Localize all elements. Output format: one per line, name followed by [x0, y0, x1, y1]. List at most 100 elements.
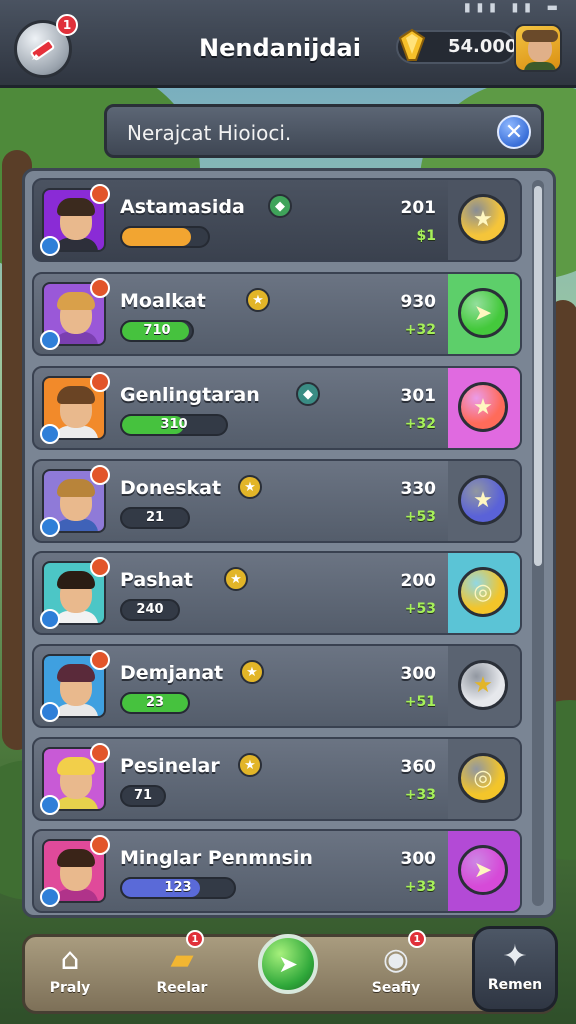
leaderboard-row[interactable]: Astamasida ◆ 201 $1 ★ [32, 178, 522, 262]
row-action-button[interactable]: ➤ [458, 845, 508, 895]
row-action-button[interactable]: ★ [458, 194, 508, 244]
progress-bar-label: 710 [143, 323, 171, 338]
player-name: Pesinelar [120, 755, 220, 777]
rank-icon: ◆ [268, 194, 292, 218]
score-delta: $1 [416, 228, 436, 244]
search-bar[interactable]: Nerajcat Hioioci. ✕ [104, 104, 544, 158]
progress-bar-label: 310 [160, 417, 188, 432]
score-delta: +53 [404, 601, 436, 617]
player-name: Demjanat [120, 662, 224, 684]
avatar-corner-badge [90, 372, 110, 392]
player-name: Pashat [120, 569, 193, 591]
avatar-corner-badge [90, 650, 110, 670]
reward-card-icon: ▰ [170, 942, 194, 977]
progress-bar: 710 [120, 320, 194, 342]
row-action-button[interactable]: ★ [458, 475, 508, 525]
score-delta: +51 [404, 694, 436, 710]
rank-icon: ★ [238, 475, 262, 499]
row-action-button[interactable]: ◎ [458, 753, 508, 803]
player-name: Astamasida [120, 196, 245, 218]
rank-icon: ★ [240, 660, 264, 684]
nav-rewards-label: Reelar [156, 980, 208, 996]
close-icon[interactable]: ✕ [497, 115, 531, 149]
home-icon: ⌂ [60, 942, 80, 977]
score-delta: +32 [404, 322, 436, 338]
score-delta: +53 [404, 509, 436, 525]
avatar-corner-badge [40, 424, 60, 444]
rewards-badge: 1 [186, 930, 204, 948]
gem-icon [398, 28, 426, 61]
scrollbar-thumb[interactable] [534, 186, 542, 566]
leaderboard-row[interactable]: Pashat ★ 240 200 +53 ◎ [32, 551, 522, 635]
nav-remen-label: Remen [487, 977, 543, 993]
rank-icon: ★ [246, 288, 270, 312]
player-score: 200 [400, 571, 437, 591]
leaderboard-row[interactable]: Doneskat ★ 21 330 +53 ★ [32, 459, 522, 543]
progress-bar: 310 [120, 414, 228, 436]
status-bar-icons: ▮▮▮ ▮▮ ▬ [464, 0, 564, 14]
score-delta: +32 [404, 416, 436, 432]
row-action-button[interactable]: ★ [458, 660, 508, 710]
player-score: 930 [400, 292, 437, 312]
leaderboard-row[interactable]: Demjanat ★ 23 300 +51 ★ [32, 644, 522, 728]
leaderboard-row[interactable]: Genlingtaran ◆ 310 301 +32 ★ [32, 366, 522, 450]
progress-bar: 21 [120, 507, 190, 529]
leaderboard-row[interactable]: Moalkat ★ 710 930 +32 ➤ [32, 272, 522, 356]
avatar-corner-badge [40, 236, 60, 256]
nav-remen[interactable]: ✦ Remen [472, 926, 558, 1012]
avatar-corner-badge [40, 887, 60, 907]
row-action-button[interactable]: ➤ [458, 288, 508, 338]
player-score: 201 [400, 198, 437, 218]
row-action-button[interactable]: ★ [458, 382, 508, 432]
rank-icon: ◆ [296, 382, 320, 406]
center-play-button[interactable]: ➤ [258, 934, 318, 994]
avatar-corner-badge [90, 835, 110, 855]
avatar-corner-badge [40, 330, 60, 350]
row-action-button[interactable]: ◎ [458, 567, 508, 617]
player-score: 300 [400, 849, 437, 869]
progress-bar: 240 [120, 599, 180, 621]
avatar-corner-badge [40, 795, 60, 815]
nav-play-label: Praly [49, 980, 91, 996]
player-name: Moalkat [120, 290, 206, 312]
player-score: 360 [400, 757, 437, 777]
progress-bar [120, 226, 210, 248]
leaderboard-row[interactable]: Minglar Penmnsin 123 300 +33 ➤ [32, 829, 522, 913]
avatar-corner-badge [40, 702, 60, 722]
search-input[interactable]: Nerajcat Hioioci. [127, 121, 291, 145]
remen-icon: ✦ [502, 939, 528, 974]
rank-icon: ★ [224, 567, 248, 591]
progress-bar: 123 [120, 877, 236, 899]
arrow-icon: ➤ [277, 950, 299, 978]
progress-bar-label: 23 [145, 695, 165, 710]
avatar-corner-badge [90, 184, 110, 204]
score-delta: +33 [404, 787, 436, 803]
avatar-corner-badge [90, 557, 110, 577]
avatar-corner-badge [40, 517, 60, 537]
avatar-corner-badge [90, 278, 110, 298]
profile-avatar[interactable] [514, 24, 562, 72]
nav-rewards[interactable]: ▰ Reelar [132, 940, 232, 1010]
progress-bar-label: 123 [164, 880, 192, 895]
avatar-corner-badge [90, 743, 110, 763]
currency-value: 54.000 [448, 36, 518, 57]
nav-safety[interactable]: ◉ Seafiy [346, 940, 446, 1010]
player-name: Genlingtaran [120, 384, 260, 406]
menu-notification-badge: 1 [56, 14, 78, 36]
player-name: Minglar Penmnsin [120, 847, 313, 869]
nav-play[interactable]: ⌂ Praly [20, 940, 120, 1010]
progress-bar: 23 [120, 692, 190, 714]
safety-badge: 1 [408, 930, 426, 948]
progress-bar-label: 21 [145, 510, 165, 525]
pencil-icon [30, 39, 55, 61]
leaderboard-row[interactable]: Pesinelar ★ 71 360 +33 ◎ [32, 737, 522, 821]
avatar-corner-badge [90, 465, 110, 485]
player-score: 330 [400, 479, 437, 499]
nav-safety-label: Seafiy [371, 980, 421, 996]
shield-icon: ◉ [382, 942, 410, 977]
progress-bar: 71 [120, 785, 166, 807]
progress-bar-fill [122, 228, 191, 246]
progress-bar-label: 71 [133, 788, 153, 803]
avatar-corner-badge [40, 609, 60, 629]
rank-icon: ★ [238, 753, 262, 777]
